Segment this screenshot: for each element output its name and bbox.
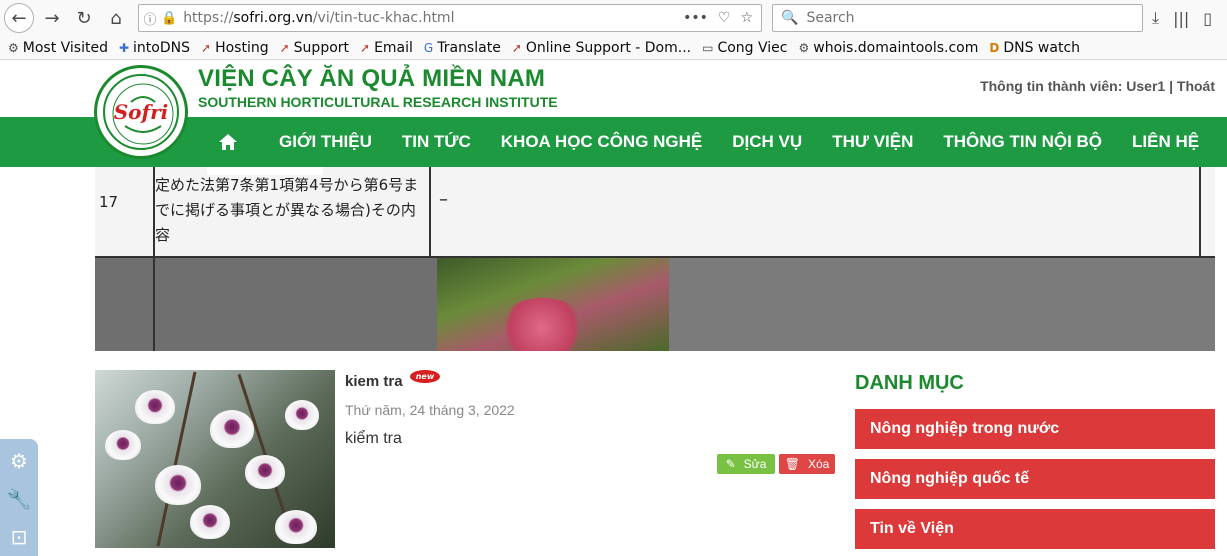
gear-icon: ⚙ (8, 40, 19, 55)
news-date: Thứ năm, 24 tháng 3, 2022 (345, 402, 515, 418)
doc-line-1: 定めた法第7条第1項第4号から第6号ま (155, 176, 419, 194)
doc-line-2: でに掲げる事項とが異なる場合)その内 (155, 201, 416, 219)
bookmark-cong-viec[interactable]: ▭ Cong Viec (702, 40, 787, 56)
pa-icon: ➚ (360, 40, 371, 55)
lock-icon: 🔒 (161, 10, 178, 26)
sidebar-icon[interactable]: ▯ (1203, 9, 1212, 28)
gear-icon: ⚙ (798, 40, 810, 55)
edit-icon: ✎ (725, 457, 736, 471)
info-icon[interactable]: ⓘ (139, 9, 161, 28)
web-page: VIỆN CÂY ĂN QUẢ MIỀN NAM SOUTHERN HORTIC… (0, 61, 1227, 556)
bookmarks-toolbar: ⚙ Most Visited ✚ intoDNS ➚ Hosting ➚ Support… (0, 36, 1227, 60)
settings-icon[interactable]: ⚙ (10, 449, 28, 473)
menu-home[interactable] (206, 117, 250, 167)
edit-button[interactable]: ✎ Sửa (717, 454, 775, 474)
library-icon[interactable]: ||| (1173, 9, 1189, 28)
pa-icon: ➚ (201, 40, 212, 55)
bookmark-online-support[interactable]: ➚ Online Support - Dom... (512, 40, 691, 56)
bookmark-dns-watch[interactable]: D DNS watch (989, 40, 1080, 56)
folder-icon: ▭ (702, 40, 714, 55)
download-icon[interactable]: ⤓ (1152, 8, 1159, 28)
new-badge: new (410, 370, 440, 383)
home-button[interactable]: ⌂ (100, 2, 132, 34)
category-title: DANH MỤC (855, 372, 964, 394)
member-info: Thông tin thành viên: User1 | Thoát (980, 78, 1215, 94)
menu-thu-vien[interactable]: THƯ VIỆN (817, 117, 928, 167)
menu-lien-he[interactable]: LIÊN HỆ (1117, 117, 1214, 167)
menu-khoa-hoc-cong-nghe[interactable]: KHOA HỌC CÔNG NGHỆ (486, 117, 718, 167)
category-item-nong-nghiep-quoc-te[interactable]: Nông nghiệp quốc tế (855, 459, 1215, 499)
pa-icon: ➚ (511, 40, 522, 55)
logo-ring-icon (112, 83, 174, 145)
doc-dash: – (439, 189, 448, 210)
menu-gioi-thieu[interactable]: GIỚI THIỆU (264, 117, 387, 167)
url-bar[interactable]: ⓘ 🔒 https://sofri.org.vn/vi/tin-tuc-khac… (138, 4, 762, 32)
bookmark-translate[interactable]: G Translate (424, 40, 501, 56)
home-icon (219, 134, 237, 150)
row-number: 17 (99, 193, 119, 211)
url-protocol: https:// (183, 10, 234, 26)
search-placeholder: Search (806, 10, 855, 26)
category-item-tin-ve-vien[interactable]: Tin về Viện (855, 509, 1215, 549)
bookmark-intodns[interactable]: ✚ intoDNS (119, 40, 190, 56)
member-name-link[interactable]: User1 (1126, 78, 1165, 94)
admin-toolbox: ⚙ 🔧 ⊡ (0, 439, 38, 556)
site-title[interactable]: VIỆN CÂY ĂN QUẢ MIỀN NAM (198, 65, 545, 93)
news-thumbnail[interactable] (95, 370, 335, 548)
doc-line-3: 容 (155, 226, 171, 244)
bookmark-email[interactable]: ➚ Email (360, 40, 413, 56)
bookmark-hosting[interactable]: ➚ Hosting (201, 40, 269, 56)
puzzle-icon: ✚ (118, 40, 130, 55)
forward-button[interactable]: → (36, 2, 68, 34)
news-title-link[interactable]: kiem tra (345, 373, 403, 390)
reload-button[interactable]: ↻ (68, 2, 100, 34)
banner-image: 17 定めた法第7条第1項第4号から第6号ま でに掲げる事項とが異なる場合)その… (95, 167, 1215, 351)
search-icon: 🔍 (781, 10, 799, 26)
pa-icon: ➚ (279, 40, 290, 55)
news-description: kiểm tra (345, 430, 402, 447)
bookmark-star-icon[interactable]: ☆ (740, 10, 753, 26)
url-path: /vi/tin-tuc-khac.html (312, 10, 455, 26)
bookmark-most-visited[interactable]: ⚙ Most Visited (8, 40, 108, 56)
bookmark-whois[interactable]: ⚙ whois.domaintools.com (799, 40, 979, 56)
menu-thong-tin-noi-bo[interactable]: THÔNG TIN NỘI BỘ (928, 117, 1117, 167)
trash-icon: 🗑 (784, 457, 800, 471)
member-label: Thông tin thành viên: (980, 78, 1123, 94)
category-item-nong-nghiep-trong-nuoc[interactable]: Nông nghiệp trong nước (855, 409, 1215, 449)
active-menu-indicator (207, 167, 323, 175)
wrench-icon[interactable]: 🔧 (7, 487, 32, 511)
dragon-fruit-photo (437, 258, 669, 351)
site-logo[interactable]: Sofri (94, 65, 188, 159)
d-icon: D (989, 40, 1000, 55)
url-domain: sofri.org.vn (233, 10, 313, 26)
bookmark-support[interactable]: ➚ Support (280, 40, 349, 56)
pocket-icon[interactable]: ♡ (718, 10, 731, 26)
page-actions-icon[interactable]: ••• (683, 10, 708, 26)
site-subtitle: SOUTHERN HORTICULTURAL RESEARCH INSTITUT… (198, 94, 558, 110)
translate-icon: G (423, 40, 434, 55)
delete-button[interactable]: 🗑 Xóa (779, 454, 835, 474)
search-input[interactable]: 🔍 Search (772, 4, 1143, 32)
menu-tin-tuc[interactable]: TIN TỨC (387, 117, 486, 167)
layout-icon[interactable]: ⊡ (11, 525, 28, 549)
back-button[interactable]: ← (4, 3, 34, 33)
menu-dich-vu[interactable]: DỊCH VỤ (717, 117, 817, 167)
logout-link[interactable]: Thoát (1177, 78, 1215, 94)
